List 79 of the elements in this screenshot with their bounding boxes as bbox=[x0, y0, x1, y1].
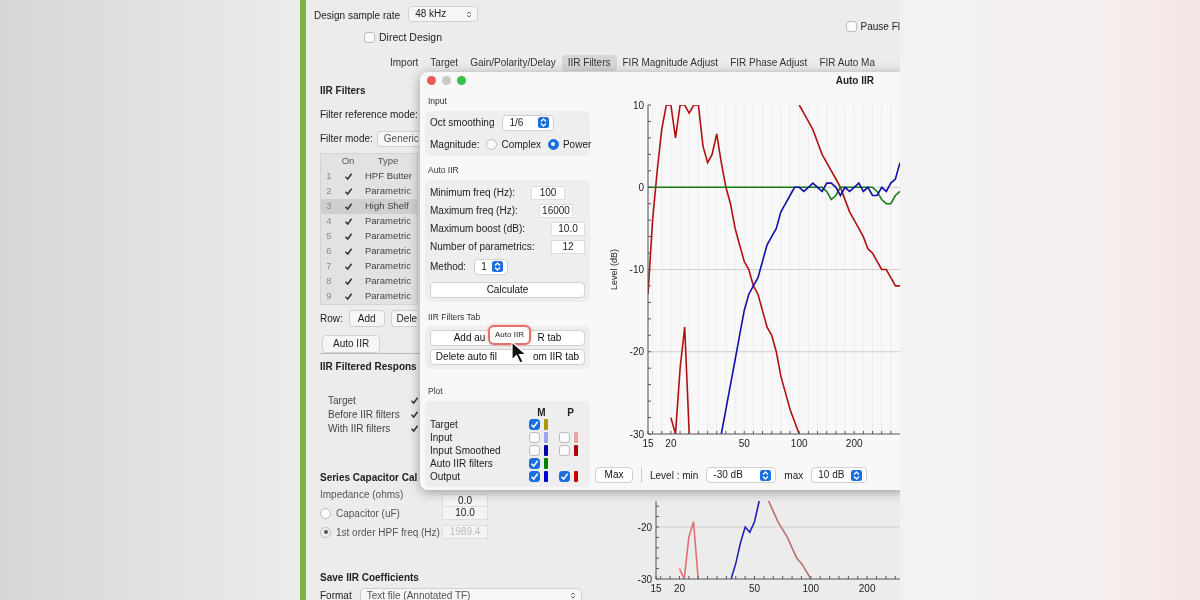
field-label: Filter mode: bbox=[320, 132, 373, 147]
field-label: Magnitude: bbox=[430, 137, 480, 152]
field-label: Format bbox=[320, 589, 352, 600]
field-label: Design sample rate bbox=[314, 9, 401, 23]
column-header: M bbox=[536, 406, 547, 418]
tick-label: -20 bbox=[637, 521, 652, 533]
section-title: Series Capacitor Cal bbox=[320, 470, 418, 485]
radio-label: Power bbox=[562, 137, 592, 152]
tick-label: 15 bbox=[650, 582, 662, 594]
field-label: Maximum freq (Hz): bbox=[430, 204, 518, 218]
tick-label: 200 bbox=[858, 582, 876, 594]
section-title: Save IIR Coefficients bbox=[320, 570, 419, 585]
tick-label: 20 bbox=[665, 438, 677, 449]
tick-label: -20 bbox=[629, 346, 644, 358]
radio-label: 1st order HPF freq (Hz) bbox=[335, 525, 441, 540]
tick-label: 50 bbox=[749, 582, 761, 594]
table-cell-text: Parametric bbox=[364, 214, 412, 229]
field-label: Minimum freq (Hz): bbox=[430, 186, 515, 200]
radio-label: Capacitor (uF) bbox=[335, 506, 401, 521]
tick-label: -10 bbox=[629, 264, 644, 275]
checkbox-label: Auto IIR filters bbox=[430, 457, 494, 471]
row-number: 4 bbox=[325, 214, 333, 229]
checkbox-label: With IIR filters bbox=[328, 422, 392, 437]
row-number: 8 bbox=[325, 274, 333, 289]
row-number: 1 bbox=[325, 169, 333, 184]
tick-label: 200 bbox=[845, 438, 863, 449]
field-label: Impedance (ohms) bbox=[320, 487, 405, 502]
row-number: 3 bbox=[325, 199, 333, 214]
section-title: Input bbox=[428, 95, 448, 108]
field-label: Filter reference mode: bbox=[320, 107, 418, 122]
checkbox-label: Input Smoothed bbox=[430, 444, 502, 458]
column-header: Type bbox=[376, 154, 400, 169]
section-title: IIR Filtered Respons bbox=[320, 359, 417, 374]
section-title: IIR Filters bbox=[320, 83, 366, 98]
tick-label: 100 bbox=[790, 438, 808, 449]
tick-label: -30 bbox=[629, 428, 644, 440]
tick-label: -30 bbox=[637, 573, 652, 585]
tick-label: 10 bbox=[632, 99, 644, 111]
table-cell-text: Parametric bbox=[364, 229, 412, 244]
table-cell-text: HPF Butter bbox=[364, 169, 413, 184]
tooltip: Auto IIR bbox=[488, 325, 531, 346]
row-number: 6 bbox=[325, 244, 333, 259]
field-label: Method: bbox=[430, 260, 467, 274]
tick-label: 20 bbox=[673, 582, 685, 594]
field-label: Level : min bbox=[650, 468, 699, 483]
checkbox-label: Before IIR filters bbox=[328, 408, 401, 423]
checkbox-label: Input bbox=[430, 431, 454, 445]
row-number: 2 bbox=[325, 184, 333, 199]
field-label: Oct smoothing bbox=[430, 116, 495, 131]
section-title: IIR Filters Tab bbox=[428, 310, 482, 324]
axis-title: Level (dB) bbox=[609, 249, 619, 290]
tick-label: 15 bbox=[642, 438, 654, 449]
checkbox-label: Target bbox=[430, 418, 459, 432]
radio-label: Complex bbox=[501, 137, 541, 152]
window-title: Auto IIR bbox=[835, 74, 874, 88]
checkbox-label: Output bbox=[430, 470, 462, 484]
table-cell-text: Parametric bbox=[364, 259, 412, 274]
checkbox-label: Direct Design bbox=[379, 30, 443, 45]
checkbox-label: Pause Fl bbox=[860, 20, 900, 34]
row-number: 7 bbox=[325, 259, 333, 274]
section-title: Auto IIR bbox=[428, 163, 460, 177]
column-header: P bbox=[566, 406, 575, 418]
field-label: Number of parametrics: bbox=[430, 240, 535, 254]
tick-label: 0 bbox=[638, 181, 644, 193]
column-header: On bbox=[340, 154, 356, 169]
table-cell-text: Parametric bbox=[364, 289, 412, 304]
table-cell-text: High Shelf bbox=[364, 199, 410, 214]
table-cell-text: Parametric bbox=[364, 274, 412, 289]
table-cell-text: Parametric bbox=[364, 244, 412, 259]
row-number: 9 bbox=[325, 289, 333, 304]
tick-label: 50 bbox=[738, 438, 750, 449]
field-label: Maximum boost (dB): bbox=[430, 222, 526, 236]
tick-label: 100 bbox=[802, 582, 820, 594]
checkbox-label: Target bbox=[328, 394, 357, 409]
section-title: Plot bbox=[428, 385, 444, 398]
field-label: max bbox=[784, 468, 804, 483]
field-label: Row: bbox=[320, 311, 343, 326]
row-number: 5 bbox=[325, 229, 333, 244]
table-cell-text: Parametric bbox=[364, 184, 412, 199]
